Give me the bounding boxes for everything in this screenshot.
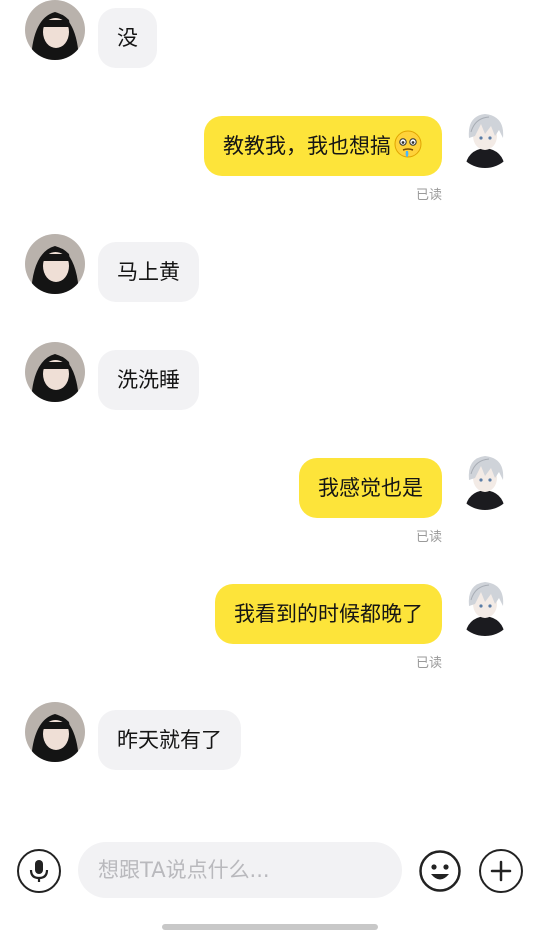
home-indicator[interactable]	[162, 924, 378, 930]
read-receipt: 已读	[415, 188, 442, 203]
incoming-bubble[interactable]: 洗洗睡	[98, 350, 199, 410]
anime-boy-avatar-icon	[455, 450, 515, 510]
plus-icon	[490, 860, 512, 882]
contact-avatar[interactable]	[25, 234, 85, 294]
contact-avatar[interactable]	[25, 342, 85, 402]
girl-avatar-icon	[25, 702, 85, 762]
outgoing-bubble[interactable]: 教教我，我也想搞	[204, 116, 442, 176]
read-receipt: 已读	[415, 656, 442, 671]
my-avatar[interactable]	[455, 450, 515, 510]
microphone-icon	[29, 860, 49, 882]
drooling-face-icon	[393, 122, 423, 158]
message-input-box[interactable]	[78, 842, 402, 898]
emoji-button[interactable]	[418, 849, 462, 893]
incoming-bubble[interactable]: 马上黄	[98, 242, 199, 302]
outgoing-bubble-text: 教教我，我也想搞	[223, 134, 391, 158]
anime-boy-avatar-icon	[455, 576, 515, 636]
outgoing-bubble[interactable]: 我感觉也是	[299, 458, 442, 518]
outgoing-bubble[interactable]: 我看到的时候都晚了	[215, 584, 442, 644]
voice-input-button[interactable]	[17, 849, 61, 893]
my-avatar[interactable]	[455, 576, 515, 636]
anime-boy-avatar-icon	[455, 108, 515, 168]
contact-avatar[interactable]	[25, 702, 85, 762]
girl-avatar-icon	[25, 0, 85, 60]
more-options-button[interactable]	[479, 849, 523, 893]
message-input[interactable]	[78, 842, 402, 898]
read-receipt: 已读	[415, 530, 442, 545]
my-avatar[interactable]	[455, 108, 515, 168]
girl-avatar-icon	[25, 342, 85, 402]
girl-avatar-icon	[25, 234, 85, 294]
incoming-bubble[interactable]: 昨天就有了	[98, 710, 241, 770]
contact-avatar[interactable]	[25, 0, 85, 60]
incoming-bubble[interactable]: 没	[98, 8, 157, 68]
smiley-face-icon	[419, 850, 461, 892]
